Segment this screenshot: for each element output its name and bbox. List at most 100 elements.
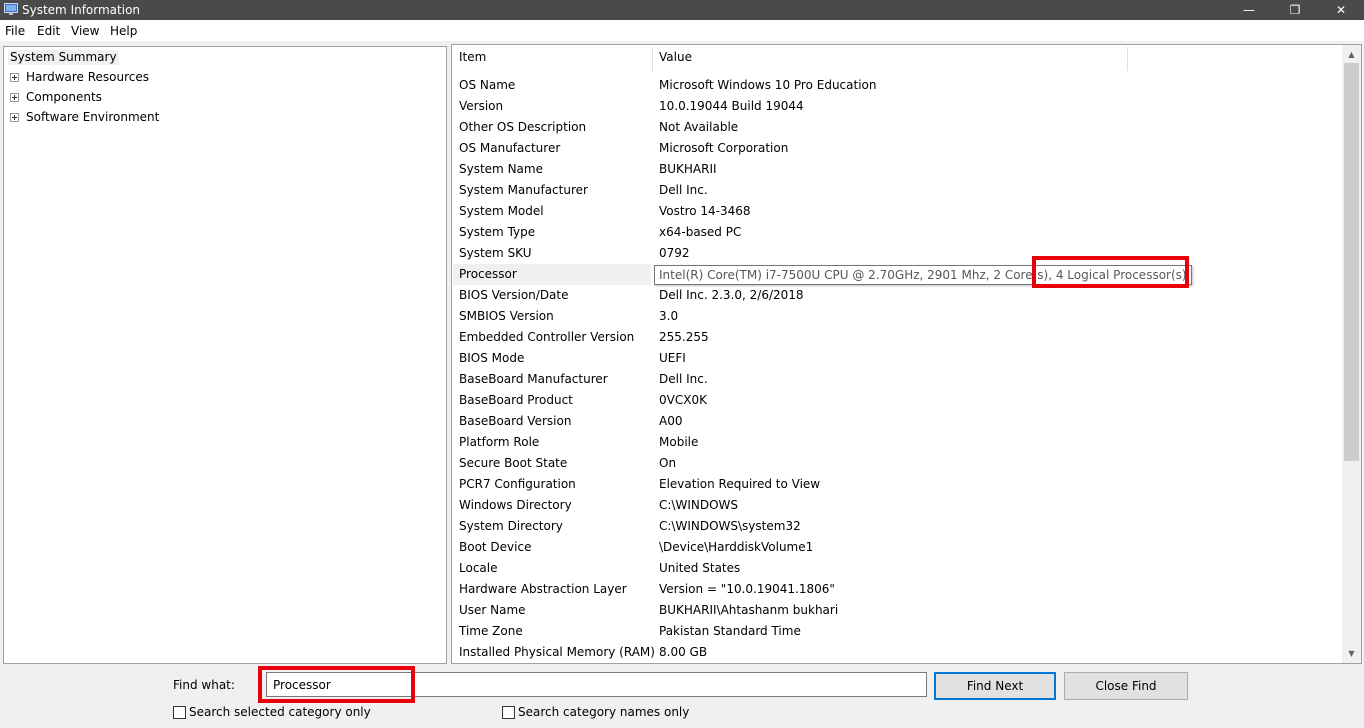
table-row[interactable]: System Type x64-based PC <box>452 222 1342 243</box>
table-row[interactable]: BaseBoard Manufacturer Dell Inc. <box>452 369 1342 390</box>
row-item-value: C:\WINDOWS\system32 <box>659 519 801 533</box>
tree-item-label: Software Environment <box>26 110 160 124</box>
row-item-value: Pakistan Standard Time <box>659 624 801 638</box>
column-divider[interactable] <box>1127 47 1128 71</box>
minimize-button[interactable]: — <box>1226 0 1272 20</box>
table-row[interactable]: PCR7 Configuration Elevation Required to … <box>452 474 1342 495</box>
table-row[interactable]: BIOS Version/Date Dell Inc. 2.3.0, 2/6/20… <box>452 285 1342 306</box>
row-item-value: Not Available <box>659 120 739 134</box>
table-row[interactable]: Windows Directory C:\WINDOWS <box>452 495 1342 516</box>
row-item-name: BaseBoard Manufacturer <box>459 372 608 386</box>
row-item-name: System SKU <box>459 246 532 260</box>
row-item-value: Elevation Required to View <box>659 477 821 491</box>
row-item-name: Locale <box>459 561 498 575</box>
checkbox-label[interactable]: Search selected category only <box>189 705 371 720</box>
table-row[interactable]: Platform Role Mobile <box>452 432 1342 453</box>
row-item-value: 3.0 <box>659 309 679 323</box>
details-list[interactable]: Item Value OS Name Microsoft Windows 10 P… <box>451 44 1362 664</box>
table-row[interactable]: OS Name Microsoft Windows 10 Pro Educatio… <box>452 75 1342 96</box>
close-button[interactable]: ✕ <box>1318 0 1364 20</box>
row-item-name: Platform Role <box>459 435 540 449</box>
row-item-name: OS Name <box>459 78 516 92</box>
table-row[interactable]: Processor Intel(R) Core(TM) i7-7500U CPU … <box>452 264 1342 285</box>
find-what-label: Find what: <box>173 678 235 692</box>
row-item-name: System Name <box>459 162 543 176</box>
vertical-scrollbar[interactable]: ▲ ▼ <box>1342 45 1361 663</box>
table-row[interactable]: Locale United States <box>452 558 1342 579</box>
category-tree[interactable]: System Summary Hardware Resources Compon… <box>3 46 447 664</box>
table-row[interactable]: BaseBoard Version A00 <box>452 411 1342 432</box>
row-item-name: System Type <box>459 225 536 239</box>
row-item-name: Boot Device <box>459 540 532 554</box>
menu-edit[interactable]: Edit <box>37 24 60 38</box>
table-row[interactable]: BaseBoard Product 0VCX0K <box>452 390 1342 411</box>
close-find-button[interactable]: Close Find <box>1064 672 1188 700</box>
window-title: System Information <box>22 3 141 17</box>
table-row[interactable]: Version 10.0.19044 Build 19044 <box>452 96 1342 117</box>
row-item-value: BUKHARII\Ahtashanm bukhari <box>659 603 839 617</box>
table-row[interactable]: System SKU 0792 <box>452 243 1342 264</box>
table-row[interactable]: Secure Boot State On <box>452 453 1342 474</box>
row-item-name: BIOS Version/Date <box>459 288 569 302</box>
row-item-value: Microsoft Windows 10 Pro Education <box>659 78 877 92</box>
row-item-name: Time Zone <box>459 624 523 638</box>
scroll-down-arrow-icon[interactable]: ▼ <box>1342 645 1361 662</box>
row-item-value: United States <box>659 561 741 575</box>
scroll-up-arrow-icon[interactable]: ▲ <box>1342 46 1361 63</box>
table-row[interactable]: System Name BUKHARII <box>452 159 1342 180</box>
table-row[interactable]: Embedded Controller Version 255.255 <box>452 327 1342 348</box>
scrollbar-thumb[interactable] <box>1344 63 1359 461</box>
row-item-name: BIOS Mode <box>459 351 525 365</box>
row-item-value: 255.255 <box>659 330 709 344</box>
row-item-name: PCR7 Configuration <box>459 477 576 491</box>
find-input-highlight <box>258 666 415 703</box>
tree-item-label: Hardware Resources <box>26 70 150 84</box>
row-item-name: System Model <box>459 204 544 218</box>
row-item-value: 10.0.19044 Build 19044 <box>659 99 804 113</box>
row-item-name: Embedded Controller Version <box>459 330 635 344</box>
table-row[interactable]: System Manufacturer Dell Inc. <box>452 180 1342 201</box>
checkbox-box[interactable] <box>502 706 515 719</box>
column-divider[interactable] <box>652 47 653 71</box>
table-row[interactable]: User Name BUKHARII\Ahtashanm bukhari <box>452 600 1342 621</box>
menu-bar: File Edit View Help <box>0 20 1364 41</box>
table-row[interactable]: Other OS Description Not Available <box>452 117 1342 138</box>
row-item-name: OS Manufacturer <box>459 141 561 155</box>
expand-plus-icon[interactable] <box>10 113 19 122</box>
table-row[interactable]: BIOS Mode UEFI <box>452 348 1342 369</box>
expand-plus-icon[interactable] <box>10 73 19 82</box>
column-header-item[interactable]: Item <box>459 50 486 65</box>
table-row[interactable]: System Model Vostro 14-3468 <box>452 201 1342 222</box>
column-header-value[interactable]: Value <box>659 50 692 65</box>
row-item-name: System Directory <box>459 519 563 533</box>
table-row[interactable]: Hardware Abstraction Layer Version = "10.… <box>452 579 1342 600</box>
checkbox-label[interactable]: Search category names only <box>518 705 689 720</box>
menu-view[interactable]: View <box>71 24 99 38</box>
row-item-name: Installed Physical Memory (RAM) <box>459 645 655 659</box>
row-item-value: \Device\HarddiskVolume1 <box>659 540 814 554</box>
table-row[interactable]: Boot Device \Device\HarddiskVolume1 <box>452 537 1342 558</box>
row-item-value: Dell Inc. <box>659 372 708 386</box>
table-row[interactable]: System Directory C:\WINDOWS\system32 <box>452 516 1342 537</box>
table-row[interactable]: Installed Physical Memory (RAM) 8.00 GB <box>452 642 1342 663</box>
row-item-value: 0VCX0K <box>659 393 707 407</box>
row-item-value: C:\WINDOWS <box>659 498 739 512</box>
menu-help[interactable]: Help <box>110 24 137 38</box>
maximize-button[interactable]: ❐ <box>1272 0 1318 20</box>
menu-file[interactable]: File <box>5 24 25 38</box>
checkbox-box[interactable] <box>173 706 186 719</box>
system-information-icon <box>4 3 18 15</box>
find-next-button[interactable]: Find Next <box>934 672 1056 700</box>
row-item-value: Dell Inc. <box>659 183 708 197</box>
expand-plus-icon[interactable] <box>10 93 19 102</box>
row-item-name: SMBIOS Version <box>459 309 554 323</box>
table-row[interactable]: Time Zone Pakistan Standard Time <box>452 621 1342 642</box>
row-item-value: A00 <box>659 414 683 428</box>
row-item-name: Other OS Description <box>459 120 587 134</box>
table-row[interactable]: SMBIOS Version 3.0 <box>452 306 1342 327</box>
table-row[interactable]: OS Manufacturer Microsoft Corporation <box>452 138 1342 159</box>
row-item-value: Microsoft Corporation <box>659 141 789 155</box>
row-item-value: UEFI <box>659 351 686 365</box>
tree-item-system-summary[interactable]: System Summary <box>8 50 119 65</box>
row-item-value: Vostro 14-3468 <box>659 204 751 218</box>
